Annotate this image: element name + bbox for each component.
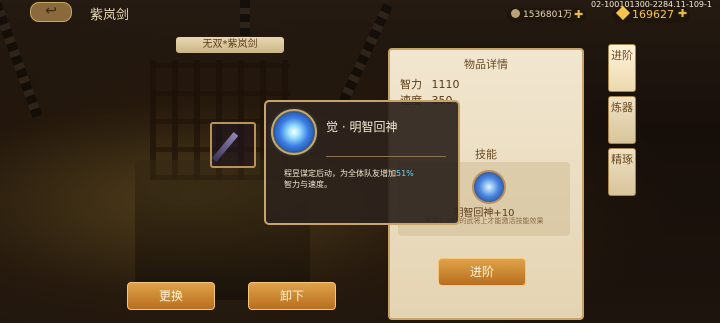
stat-value: 1110 (431, 78, 460, 91)
coin-icon (511, 9, 520, 18)
stat-row: 智力 1110 (400, 76, 460, 92)
add-coins-button[interactable]: ✚ (574, 9, 584, 21)
skill-icon[interactable] (472, 170, 506, 204)
gem-amount: 169627 (632, 8, 674, 21)
coin-amount: 1536801万 (523, 10, 573, 20)
upgrade-button[interactable]: 进阶 (438, 258, 526, 286)
gem-counter: 169627 ✚ (612, 5, 690, 23)
weapon-name-banner: 无双*紫岚剑 (176, 37, 284, 53)
replace-button[interactable]: 更换 (127, 282, 215, 310)
unequip-button[interactable]: 卸下 (248, 282, 336, 310)
skill-orb-icon (271, 109, 317, 155)
add-gems-button[interactable]: ✚ (678, 8, 688, 20)
tab-polish[interactable]: 精琢 (608, 148, 636, 196)
desc-prefix: 程昱谋定后动，为全体队友增加 (284, 169, 396, 178)
tab-refine[interactable]: 炼器 (608, 96, 636, 144)
stat-name: 智力 (400, 78, 422, 91)
page-title: 紫岚剑 (90, 8, 130, 23)
tab-advance[interactable]: 进阶 (608, 44, 636, 92)
popup-description: 程昱谋定后动，为全体队友增加51% 智力与速度。 (284, 168, 444, 190)
back-button[interactable]: ↩ (30, 2, 72, 22)
skill-popup: 觉 · 明智回神 程昱谋定后动，为全体队友增加51% 智力与速度。 (264, 100, 460, 225)
desc-suffix: 智力与速度。 (284, 180, 332, 189)
coin-counter: 1536801万 ✚ (507, 8, 587, 22)
desc-highlight: 51% (396, 169, 414, 178)
sword-icon (211, 132, 239, 162)
popup-divider (326, 156, 446, 157)
gem-icon (615, 5, 631, 21)
panel-header: 物品详情 (464, 58, 508, 71)
weapon-slot[interactable] (210, 122, 256, 168)
popup-title: 觉 · 明智回神 (326, 120, 398, 134)
